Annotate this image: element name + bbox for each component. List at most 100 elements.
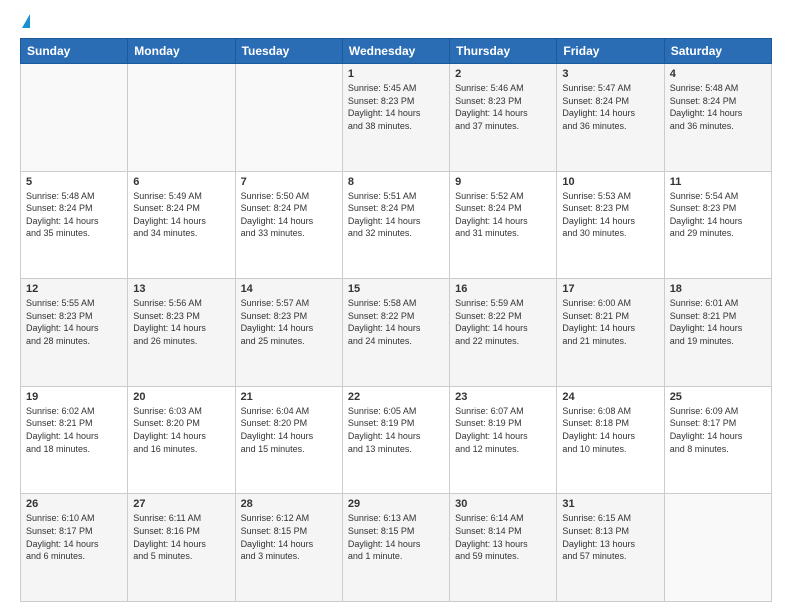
calendar-cell: 10 Sunrise: 5:53 AM Sunset: 8:23 PM Dayli… [557, 171, 664, 279]
logo-triangle-icon [22, 14, 30, 28]
day-info: Sunrise: 6:15 AM Sunset: 8:13 PM Dayligh… [562, 512, 658, 562]
day-number: 5 [26, 176, 122, 188]
day-info: Sunrise: 5:56 AM Sunset: 8:23 PM Dayligh… [133, 297, 229, 347]
day-info: Sunrise: 5:53 AM Sunset: 8:23 PM Dayligh… [562, 190, 658, 240]
day-number: 15 [348, 283, 444, 295]
calendar-cell [128, 64, 235, 172]
day-number: 14 [241, 283, 337, 295]
day-number: 19 [26, 391, 122, 403]
day-info: Sunrise: 6:05 AM Sunset: 8:19 PM Dayligh… [348, 405, 444, 455]
calendar-cell: 5 Sunrise: 5:48 AM Sunset: 8:24 PM Daylig… [21, 171, 128, 279]
calendar-cell: 14Sunrise: 5:57 AM Sunset: 8:23 PM Dayli… [235, 279, 342, 387]
calendar-cell: 19Sunrise: 6:02 AM Sunset: 8:21 PM Dayli… [21, 386, 128, 494]
day-number: 26 [26, 498, 122, 510]
day-number: 30 [455, 498, 551, 510]
calendar-header-row: SundayMondayTuesdayWednesdayThursdayFrid… [21, 39, 772, 64]
day-info: Sunrise: 6:09 AM Sunset: 8:17 PM Dayligh… [670, 405, 766, 455]
day-number: 21 [241, 391, 337, 403]
calendar-week-row: 5 Sunrise: 5:48 AM Sunset: 8:24 PM Daylig… [21, 171, 772, 279]
calendar-week-row: 1 Sunrise: 5:45 AM Sunset: 8:23 PM Daylig… [21, 64, 772, 172]
day-number: 23 [455, 391, 551, 403]
day-info: Sunrise: 5:48 AM Sunset: 8:24 PM Dayligh… [670, 82, 766, 132]
day-number: 28 [241, 498, 337, 510]
calendar-week-row: 26 Sunrise: 6:10 AM Sunset: 8:17 PM Dayli… [21, 494, 772, 602]
day-info: Sunrise: 5:45 AM Sunset: 8:23 PM Dayligh… [348, 82, 444, 132]
calendar-cell: 18 Sunrise: 6:01 AM Sunset: 8:21 PM Dayli… [664, 279, 771, 387]
calendar-cell: 7 Sunrise: 5:50 AM Sunset: 8:24 PM Daylig… [235, 171, 342, 279]
day-number: 12 [26, 283, 122, 295]
day-number: 25 [670, 391, 766, 403]
page: SundayMondayTuesdayWednesdayThursdayFrid… [0, 0, 792, 612]
calendar-cell: 13 Sunrise: 5:56 AM Sunset: 8:23 PM Dayli… [128, 279, 235, 387]
day-info: Sunrise: 5:52 AM Sunset: 8:24 PM Dayligh… [455, 190, 551, 240]
calendar-cell: 27Sunrise: 6:11 AM Sunset: 8:16 PM Dayli… [128, 494, 235, 602]
calendar-cell: 17 Sunrise: 6:00 AM Sunset: 8:21 PM Dayli… [557, 279, 664, 387]
day-number: 10 [562, 176, 658, 188]
calendar-cell: 3 Sunrise: 5:47 AM Sunset: 8:24 PM Daylig… [557, 64, 664, 172]
day-info: Sunrise: 5:58 AM Sunset: 8:22 PM Dayligh… [348, 297, 444, 347]
calendar-cell: 22 Sunrise: 6:05 AM Sunset: 8:19 PM Dayli… [342, 386, 449, 494]
day-info: Sunrise: 5:49 AM Sunset: 8:24 PM Dayligh… [133, 190, 229, 240]
day-number: 6 [133, 176, 229, 188]
day-number: 9 [455, 176, 551, 188]
calendar-cell [235, 64, 342, 172]
day-info: Sunrise: 5:48 AM Sunset: 8:24 PM Dayligh… [26, 190, 122, 240]
calendar-cell: 24 Sunrise: 6:08 AM Sunset: 8:18 PM Dayli… [557, 386, 664, 494]
calendar-week-row: 12 Sunrise: 5:55 AM Sunset: 8:23 PM Dayli… [21, 279, 772, 387]
day-info: Sunrise: 5:50 AM Sunset: 8:24 PM Dayligh… [241, 190, 337, 240]
day-info: Sunrise: 5:55 AM Sunset: 8:23 PM Dayligh… [26, 297, 122, 347]
day-number: 31 [562, 498, 658, 510]
day-number: 24 [562, 391, 658, 403]
calendar-cell: 26 Sunrise: 6:10 AM Sunset: 8:17 PM Dayli… [21, 494, 128, 602]
day-number: 8 [348, 176, 444, 188]
day-info: Sunrise: 6:04 AM Sunset: 8:20 PM Dayligh… [241, 405, 337, 455]
calendar-cell: 15 Sunrise: 5:58 AM Sunset: 8:22 PM Dayli… [342, 279, 449, 387]
day-info: Sunrise: 5:51 AM Sunset: 8:24 PM Dayligh… [348, 190, 444, 240]
calendar-cell [664, 494, 771, 602]
day-info: Sunrise: 6:01 AM Sunset: 8:21 PM Dayligh… [670, 297, 766, 347]
day-number: 13 [133, 283, 229, 295]
day-info: Sunrise: 6:00 AM Sunset: 8:21 PM Dayligh… [562, 297, 658, 347]
day-number: 1 [348, 68, 444, 80]
calendar-day-header: Wednesday [342, 39, 449, 64]
calendar-day-header: Thursday [450, 39, 557, 64]
calendar-cell: 12 Sunrise: 5:55 AM Sunset: 8:23 PM Dayli… [21, 279, 128, 387]
calendar-cell: 30 Sunrise: 6:14 AM Sunset: 8:14 PM Dayli… [450, 494, 557, 602]
calendar-cell: 9 Sunrise: 5:52 AM Sunset: 8:24 PM Daylig… [450, 171, 557, 279]
day-number: 7 [241, 176, 337, 188]
calendar-cell: 1 Sunrise: 5:45 AM Sunset: 8:23 PM Daylig… [342, 64, 449, 172]
calendar-day-header: Tuesday [235, 39, 342, 64]
day-info: Sunrise: 5:54 AM Sunset: 8:23 PM Dayligh… [670, 190, 766, 240]
calendar-cell: 21 Sunrise: 6:04 AM Sunset: 8:20 PM Dayli… [235, 386, 342, 494]
calendar-day-header: Monday [128, 39, 235, 64]
calendar-cell: 20 Sunrise: 6:03 AM Sunset: 8:20 PM Dayli… [128, 386, 235, 494]
day-info: Sunrise: 6:12 AM Sunset: 8:15 PM Dayligh… [241, 512, 337, 562]
day-info: Sunrise: 6:03 AM Sunset: 8:20 PM Dayligh… [133, 405, 229, 455]
day-info: Sunrise: 5:59 AM Sunset: 8:22 PM Dayligh… [455, 297, 551, 347]
calendar-table: SundayMondayTuesdayWednesdayThursdayFrid… [20, 38, 772, 602]
day-number: 22 [348, 391, 444, 403]
calendar-cell: 28 Sunrise: 6:12 AM Sunset: 8:15 PM Dayli… [235, 494, 342, 602]
day-info: Sunrise: 6:14 AM Sunset: 8:14 PM Dayligh… [455, 512, 551, 562]
day-number: 27 [133, 498, 229, 510]
day-info: Sunrise: 5:46 AM Sunset: 8:23 PM Dayligh… [455, 82, 551, 132]
calendar-day-header: Friday [557, 39, 664, 64]
day-info: Sunrise: 5:47 AM Sunset: 8:24 PM Dayligh… [562, 82, 658, 132]
calendar-cell [21, 64, 128, 172]
calendar-cell: 29Sunrise: 6:13 AM Sunset: 8:15 PM Dayli… [342, 494, 449, 602]
day-number: 18 [670, 283, 766, 295]
calendar-cell: 11 Sunrise: 5:54 AM Sunset: 8:23 PM Dayli… [664, 171, 771, 279]
header [20, 18, 772, 28]
day-number: 2 [455, 68, 551, 80]
day-number: 29 [348, 498, 444, 510]
day-number: 17 [562, 283, 658, 295]
calendar-cell: 23 Sunrise: 6:07 AM Sunset: 8:19 PM Dayli… [450, 386, 557, 494]
day-info: Sunrise: 6:10 AM Sunset: 8:17 PM Dayligh… [26, 512, 122, 562]
day-number: 20 [133, 391, 229, 403]
calendar-day-header: Sunday [21, 39, 128, 64]
day-info: Sunrise: 6:07 AM Sunset: 8:19 PM Dayligh… [455, 405, 551, 455]
day-number: 3 [562, 68, 658, 80]
day-info: Sunrise: 6:08 AM Sunset: 8:18 PM Dayligh… [562, 405, 658, 455]
day-number: 11 [670, 176, 766, 188]
day-number: 4 [670, 68, 766, 80]
